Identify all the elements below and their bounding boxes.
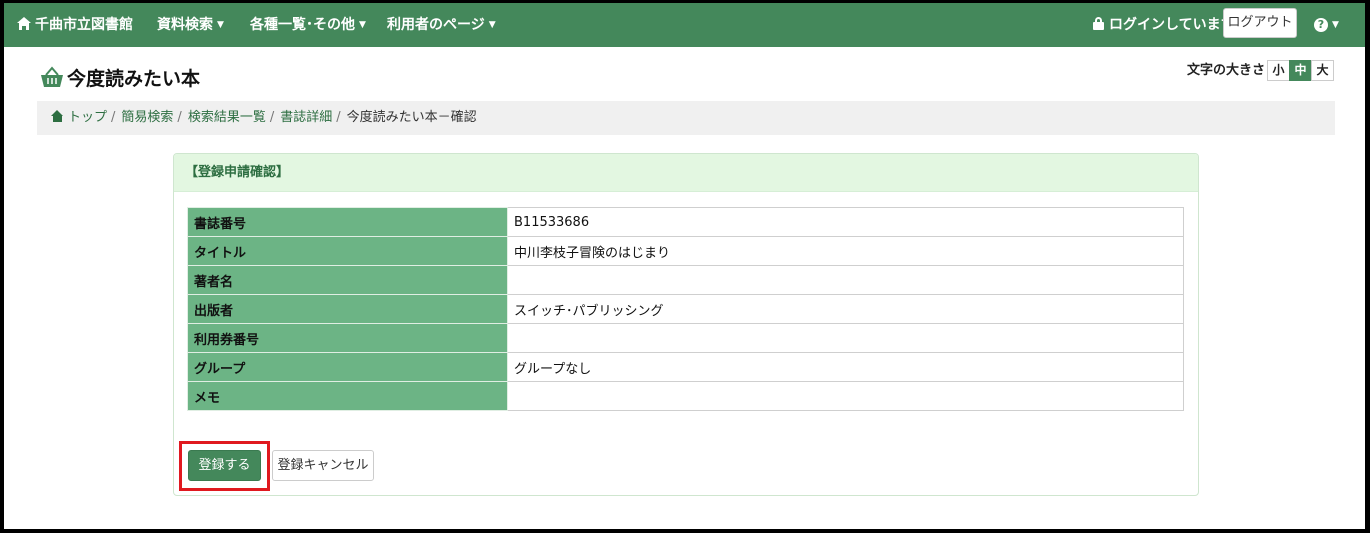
row-label: メモ xyxy=(187,381,508,411)
font-size-control: 文字の大きさ小中大 xyxy=(1187,60,1335,82)
breadcrumb-top-label: トップ xyxy=(68,110,108,125)
row-label: 書誌番号 xyxy=(187,207,508,237)
row-value xyxy=(507,381,1184,411)
help-menu[interactable]: ? ▼ xyxy=(1314,3,1339,47)
table-row: 利用券番号 xyxy=(187,323,1184,353)
menu-lists-label: 各種一覧･その他 xyxy=(250,17,355,33)
menu-search[interactable]: 資料検索 ▼ xyxy=(157,3,224,47)
breadcrumb-separator: / xyxy=(111,110,116,125)
table-row: タイトル 中川李枝子冒険のはじまり xyxy=(187,236,1184,266)
breadcrumb-separator: / xyxy=(269,110,275,125)
table-row: メモ xyxy=(187,381,1184,411)
breadcrumb-simple-search-link[interactable]: 簡易検索 xyxy=(121,110,173,125)
table-row: グループ グループなし xyxy=(187,352,1184,382)
breadcrumb-separator: / xyxy=(336,110,341,125)
row-value: スイッチ･パブリッシング xyxy=(507,294,1184,324)
menu-search-label: 資料検索 xyxy=(157,17,213,33)
cancel-registration-button[interactable]: 登録キャンセル xyxy=(272,450,374,481)
breadcrumb-separator: / xyxy=(177,110,182,125)
home-icon xyxy=(17,17,31,30)
breadcrumb-results-link[interactable]: 検索結果一覧 xyxy=(188,110,266,125)
register-button[interactable]: 登録する xyxy=(188,450,261,481)
lock-icon xyxy=(1093,17,1104,30)
breadcrumb-detail-link[interactable]: 書誌詳細 xyxy=(280,110,332,125)
font-size-small-button[interactable]: 小 xyxy=(1267,60,1291,81)
top-navbar: 千曲市立図書館 資料検索 ▼ 各種一覧･その他 ▼ 利用者のページ ▼ ログインしてい… xyxy=(4,3,1365,47)
breadcrumb-current: 今度読みたい本－確認 xyxy=(346,110,477,125)
row-label: 著者名 xyxy=(187,265,508,295)
row-label: 出版者 xyxy=(187,294,508,324)
page-title-text: 今度読みたい本 xyxy=(67,68,201,90)
login-status-label: ログインしています xyxy=(1109,17,1235,33)
caret-down-icon: ▼ xyxy=(488,20,496,30)
row-value xyxy=(507,323,1184,353)
home-icon xyxy=(51,110,64,122)
row-value: B11533686 xyxy=(507,207,1184,237)
detail-table: 書誌番号 B11533686 タイトル 中川李枝子冒険のはじまり 著者名 出版者… xyxy=(187,207,1184,411)
question-circle-icon: ? xyxy=(1314,18,1328,32)
font-size-medium-button[interactable]: 中 xyxy=(1289,60,1313,81)
registration-confirm-panel: 【登録申請確認】 書誌番号 B11533686 タイトル 中川李枝子冒険のはじま… xyxy=(173,153,1199,496)
caret-down-icon: ▼ xyxy=(217,20,224,30)
login-status: ログインしています xyxy=(1093,3,1235,47)
table-row: 著者名 xyxy=(187,265,1184,295)
caret-down-icon: ▼ xyxy=(359,20,366,30)
row-value xyxy=(507,265,1184,295)
menu-user-page-label: 利用者のページ xyxy=(387,17,485,33)
browser-page: 千曲市立図書館 資料検索 ▼ 各種一覧･その他 ▼ 利用者のページ ▼ ログインしてい… xyxy=(4,3,1365,529)
breadcrumb-top-link[interactable]: トップ xyxy=(51,110,107,125)
breadcrumb: トップ / 簡易検索 / 検索結果一覧 / 書誌詳細 / 今度読みたい本－確認 xyxy=(37,101,1335,135)
menu-user-page[interactable]: 利用者のページ ▼ xyxy=(387,3,496,47)
row-value: 中川李枝子冒険のはじまり xyxy=(507,236,1184,266)
font-size-label: 文字の大きさ xyxy=(1187,63,1266,78)
table-row: 出版者 スイッチ･パブリッシング xyxy=(187,294,1184,324)
table-row: 書誌番号 B11533686 xyxy=(187,207,1184,237)
brand-home-link[interactable]: 千曲市立図書館 xyxy=(17,3,133,47)
basket-icon xyxy=(40,66,64,95)
row-label: 利用券番号 xyxy=(187,323,508,353)
row-label: タイトル xyxy=(187,236,508,266)
logout-button[interactable]: ログアウト xyxy=(1223,8,1297,38)
row-value: グループなし xyxy=(507,352,1184,382)
panel-heading: 【登録申請確認】 xyxy=(174,154,1198,192)
font-size-large-button[interactable]: 大 xyxy=(1311,60,1335,81)
menu-lists[interactable]: 各種一覧･その他 ▼ xyxy=(250,3,366,47)
caret-down-icon: ▼ xyxy=(1332,20,1339,30)
page-title: 今度読みたい本 xyxy=(40,66,200,92)
row-label: グループ xyxy=(187,352,508,382)
brand-label: 千曲市立図書館 xyxy=(35,17,133,33)
